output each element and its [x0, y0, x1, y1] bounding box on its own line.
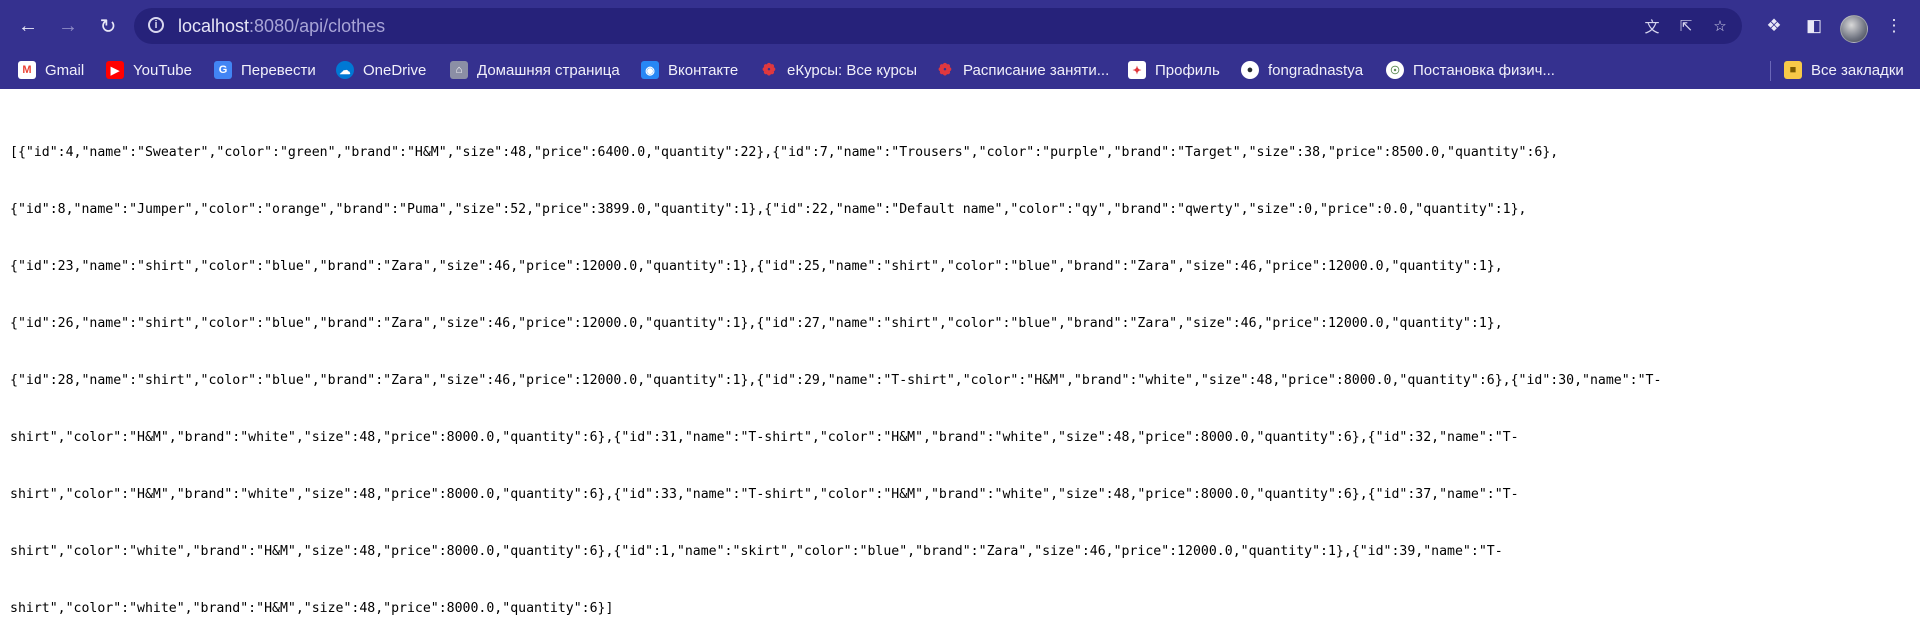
bookmark-onedrive[interactable]: ☁ OneDrive	[336, 58, 426, 82]
site-icon: ☉	[1386, 61, 1404, 79]
onedrive-icon: ☁	[336, 61, 354, 79]
side-panel-icon[interactable]: ◧	[1796, 8, 1832, 44]
json-line: shirt","color":"H&M","brand":"white","si…	[10, 487, 1519, 502]
json-line: {"id":23,"name":"shirt","color":"blue","…	[10, 259, 1503, 274]
translate-page-icon[interactable]: 文	[1638, 12, 1666, 40]
bookmark-github[interactable]: ● fongradnastya	[1241, 58, 1363, 82]
browser-chrome: ← → ↻ i localhost:8080/api/clothes 文 ⇱ ☆…	[0, 0, 1920, 89]
all-bookmarks-label: Все закладки	[1811, 61, 1904, 79]
ekursy-icon: ❁	[762, 62, 776, 79]
back-arrow-icon[interactable]: ←	[10, 8, 46, 44]
vk-icon: ◉	[641, 61, 659, 79]
reload-icon[interactable]: ↻	[90, 8, 126, 44]
extensions-icon[interactable]: ❖	[1756, 8, 1792, 44]
bookmark-gmail[interactable]: M Gmail	[18, 58, 84, 82]
bookmark-label: Постановка физич...	[1413, 61, 1555, 79]
address-bar[interactable]: i localhost:8080/api/clothes 文 ⇱ ☆	[134, 8, 1742, 44]
toolbar-actions: ❖ ◧ ⋮	[1756, 8, 1912, 44]
bookmark-site[interactable]: ☉ Постановка физич...	[1386, 58, 1555, 82]
json-line: [{"id":4,"name":"Sweater","color":"green…	[10, 145, 1559, 160]
browser-toolbar: ← → ↻ i localhost:8080/api/clothes 文 ⇱ ☆…	[0, 0, 1920, 51]
bookmark-home-page[interactable]: ⌂ Домашняя страница	[450, 58, 620, 82]
bookmarks-divider	[1770, 61, 1771, 81]
url-text[interactable]: localhost:8080/api/clothes	[178, 16, 385, 37]
bookmark-label: YouTube	[133, 61, 192, 79]
bookmark-label: Расписание заняти...	[963, 61, 1110, 79]
youtube-icon: ▶	[106, 61, 124, 79]
url-path: :8080/api/clothes	[249, 16, 386, 36]
bookmark-schedule[interactable]: ❁ Расписание заняти...	[936, 58, 1109, 82]
gmail-icon: M	[18, 61, 36, 79]
schedule-icon: ❁	[938, 62, 952, 79]
bookmark-vk[interactable]: ◉ Вконтакте	[641, 58, 738, 82]
github-icon: ●	[1241, 61, 1259, 79]
profile-avatar-button[interactable]	[1836, 8, 1872, 44]
home-page-icon: ⌂	[450, 61, 468, 79]
translate-icon: G	[214, 61, 232, 79]
bookmark-label: fongradnastya	[1268, 61, 1364, 79]
all-bookmarks-button[interactable]: ■ Все закладки	[1784, 58, 1904, 82]
forward-arrow-icon[interactable]: →	[50, 8, 86, 44]
json-response-body: [{"id":4,"name":"Sweater","color":"green…	[10, 105, 1890, 637]
json-line: {"id":8,"name":"Jumper","color":"orange"…	[10, 202, 1527, 217]
bookmark-star-icon[interactable]: ☆	[1706, 12, 1734, 40]
bookmark-ekursy[interactable]: ❁ еКурсы: Все курсы	[760, 58, 917, 82]
profile-icon: ✦	[1128, 61, 1146, 79]
avatar	[1840, 14, 1868, 43]
json-line: {"id":28,"name":"shirt","color":"blue","…	[10, 373, 1662, 388]
json-line: {"id":26,"name":"shirt","color":"blue","…	[10, 316, 1503, 331]
bookmark-youtube[interactable]: ▶ YouTube	[106, 58, 192, 82]
url-host: localhost	[178, 16, 250, 36]
folder-icon: ■	[1784, 61, 1802, 79]
json-line: shirt","color":"white","brand":"H&M","si…	[10, 601, 614, 616]
bookmark-translate[interactable]: G Перевести	[214, 58, 316, 82]
bookmarks-bar: M Gmail ▶ YouTube G Перевести ☁ OneDrive…	[0, 51, 1920, 89]
bookmark-label: Перевести	[241, 61, 316, 79]
share-icon[interactable]: ⇱	[1672, 12, 1700, 40]
bookmark-label: еКурсы: Все курсы	[787, 61, 918, 79]
bookmark-label: OneDrive	[363, 61, 427, 79]
bookmark-label: Вконтакте	[668, 61, 739, 79]
bookmark-label: Профиль	[1155, 61, 1220, 79]
more-menu-icon[interactable]: ⋮	[1876, 8, 1912, 44]
address-bar-actions: 文 ⇱ ☆	[1638, 12, 1734, 40]
bookmark-label: Домашняя страница	[477, 61, 620, 79]
bookmark-label: Gmail	[45, 61, 85, 79]
bookmark-profile[interactable]: ✦ Профиль	[1128, 58, 1220, 82]
site-info-icon[interactable]: i	[148, 17, 164, 33]
json-line: shirt","color":"white","brand":"H&M","si…	[10, 544, 1503, 559]
